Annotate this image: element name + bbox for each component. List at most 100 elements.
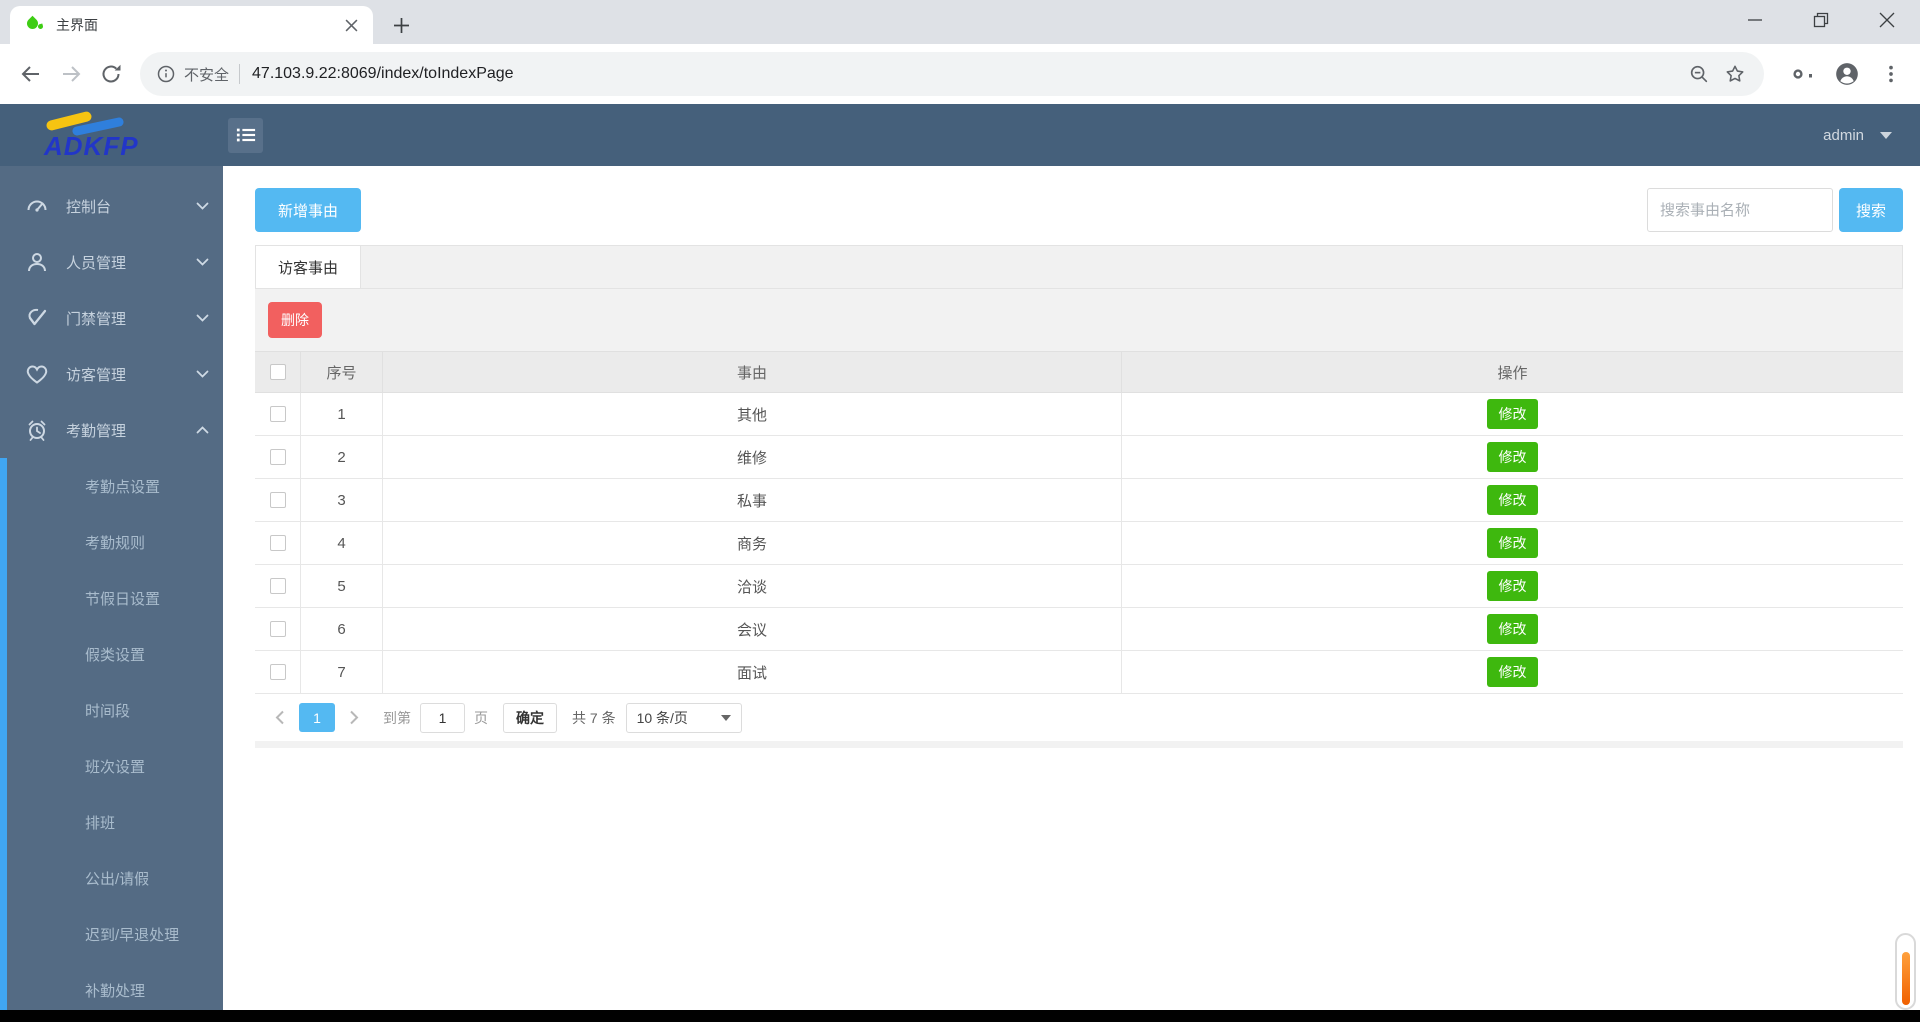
row-checkbox[interactable] [269, 621, 286, 637]
row-checkbox[interactable] [269, 664, 286, 680]
user-menu[interactable]: admin [1823, 127, 1892, 144]
row-checkbox[interactable] [269, 406, 286, 422]
sidebar-item-label: 考勤管理 [66, 422, 127, 440]
row-reason: 面试 [383, 651, 1122, 693]
submenu-item-late-early[interactable]: 迟到/早退处理 [0, 906, 223, 962]
restore-icon[interactable] [1788, 0, 1854, 40]
submenu-label: 迟到/早退处理 [85, 926, 180, 944]
submenu-item-makeup-attendance[interactable]: 补勤处理 [0, 962, 223, 1010]
heart-icon [25, 362, 49, 386]
submenu-item-leave-types[interactable]: 假类设置 [0, 626, 223, 682]
submenu-item-scheduling[interactable]: 排班 [0, 794, 223, 850]
table-row: 1 其他 修改 [255, 393, 1903, 436]
browser-tab[interactable]: 主界面 [10, 6, 373, 44]
close-icon[interactable] [1854, 0, 1920, 40]
modify-button[interactable]: 修改 [1487, 399, 1538, 429]
search-button[interactable]: 搜索 [1839, 188, 1903, 232]
tab-title: 主界面 [56, 17, 98, 33]
submenu-item-business-leave[interactable]: 公出/请假 [0, 850, 223, 906]
row-no: 7 [301, 651, 383, 693]
bottom-screen-edge [0, 1010, 1920, 1022]
address-bar[interactable]: 不安全 47.103.9.22:8069/index/toIndexPage [140, 52, 1764, 96]
sidebar-item-visitor[interactable]: 访客管理 [0, 346, 223, 402]
back-icon[interactable] [14, 57, 48, 91]
row-checkbox[interactable] [269, 535, 286, 551]
table-row: 2 维修 修改 [255, 436, 1903, 479]
sidebar-item-label: 控制台 [66, 198, 112, 216]
chevron-down-icon [1880, 131, 1892, 139]
reload-icon[interactable] [94, 57, 128, 91]
submenu-item-attendance-rules[interactable]: 考勤规则 [0, 514, 223, 570]
submenu-label: 补勤处理 [85, 982, 146, 1000]
table-row: 3 私事 修改 [255, 479, 1903, 522]
modify-button[interactable]: 修改 [1487, 657, 1538, 687]
info-icon[interactable] [156, 64, 176, 84]
chevron-up-icon [196, 425, 209, 435]
modify-button[interactable]: 修改 [1487, 614, 1538, 644]
chevron-down-icon [196, 370, 209, 379]
modify-button[interactable]: 修改 [1487, 571, 1538, 601]
submenu-item-holiday-settings[interactable]: 节假日设置 [0, 570, 223, 626]
row-checkbox[interactable] [269, 578, 286, 594]
scroll-indicator-fill [1901, 952, 1910, 1005]
column-header-reason: 事由 [383, 352, 1122, 392]
row-reason: 私事 [383, 479, 1122, 521]
modify-button[interactable]: 修改 [1487, 528, 1538, 558]
row-no: 5 [301, 565, 383, 607]
page-unit-label: 页 [474, 709, 488, 726]
sidebar-item-label: 门禁管理 [66, 310, 127, 328]
key-icon[interactable] [1788, 59, 1818, 89]
sidebar-toggle-button[interactable] [228, 117, 263, 153]
row-checkbox[interactable] [269, 492, 286, 508]
table-row: 4 商务 修改 [255, 522, 1903, 565]
scroll-indicator-widget[interactable] [1895, 933, 1916, 1010]
sidebar-item-personnel[interactable]: 人员管理 [0, 234, 223, 290]
submenu-label: 时间段 [85, 702, 131, 720]
page-size-select[interactable]: 10 条/页 [625, 702, 742, 733]
tab-close-icon[interactable] [341, 15, 361, 35]
sidebar-item-label: 人员管理 [66, 254, 127, 272]
column-header-no: 序号 [301, 352, 383, 392]
sidebar-item-access-control[interactable]: 门禁管理 [0, 290, 223, 346]
security-label: 不安全 [184, 66, 230, 84]
submenu-item-time-periods[interactable]: 时间段 [0, 682, 223, 738]
new-tab-button[interactable] [387, 11, 415, 39]
next-page-icon[interactable] [343, 707, 365, 729]
zoom-out-icon[interactable] [1686, 61, 1712, 87]
sidebar-item-console[interactable]: 控制台 [0, 178, 223, 234]
bookmark-star-icon[interactable] [1722, 61, 1748, 87]
row-reason: 维修 [383, 436, 1122, 478]
table-row: 7 面试 修改 [255, 651, 1903, 694]
minimize-icon[interactable] [1722, 0, 1788, 40]
row-no: 6 [301, 608, 383, 650]
row-no: 2 [301, 436, 383, 478]
goto-page-input[interactable] [420, 702, 465, 733]
sidebar-item-attendance[interactable]: 考勤管理 [0, 402, 223, 458]
delete-button[interactable]: 删除 [268, 302, 322, 338]
prev-page-icon[interactable] [269, 707, 291, 729]
search-input[interactable] [1647, 188, 1833, 232]
modify-button[interactable]: 修改 [1487, 442, 1538, 472]
modify-button[interactable]: 修改 [1487, 485, 1538, 515]
menu-dots-icon[interactable] [1876, 59, 1906, 89]
page-number-button[interactable]: 1 [299, 703, 335, 732]
select-all-checkbox[interactable] [269, 364, 286, 380]
droplet-favicon-icon [24, 15, 44, 34]
user-name: admin [1823, 126, 1864, 144]
address-divider [239, 64, 241, 84]
row-checkbox[interactable] [269, 449, 286, 465]
submenu-item-attendance-point[interactable]: 考勤点设置 [0, 458, 223, 514]
person-icon [25, 250, 49, 274]
tab-visitor-reason[interactable]: 访客事由 [256, 246, 361, 288]
goto-label: 到第 [383, 709, 411, 726]
total-count-label: 共 7 条 [572, 709, 616, 726]
forward-icon[interactable] [54, 57, 88, 91]
confirm-button[interactable]: 确定 [503, 702, 557, 733]
add-reason-button[interactable]: 新增事由 [255, 188, 362, 232]
content-area: 新增事由 搜索 访客事由 删除 序号 事由 操作 [223, 166, 1920, 1010]
access-check-icon [25, 306, 49, 330]
app-header: ADKFP admin [0, 104, 1920, 166]
submenu-item-shift-settings[interactable]: 班次设置 [0, 738, 223, 794]
row-reason: 洽谈 [383, 565, 1122, 607]
profile-icon[interactable] [1832, 59, 1862, 89]
